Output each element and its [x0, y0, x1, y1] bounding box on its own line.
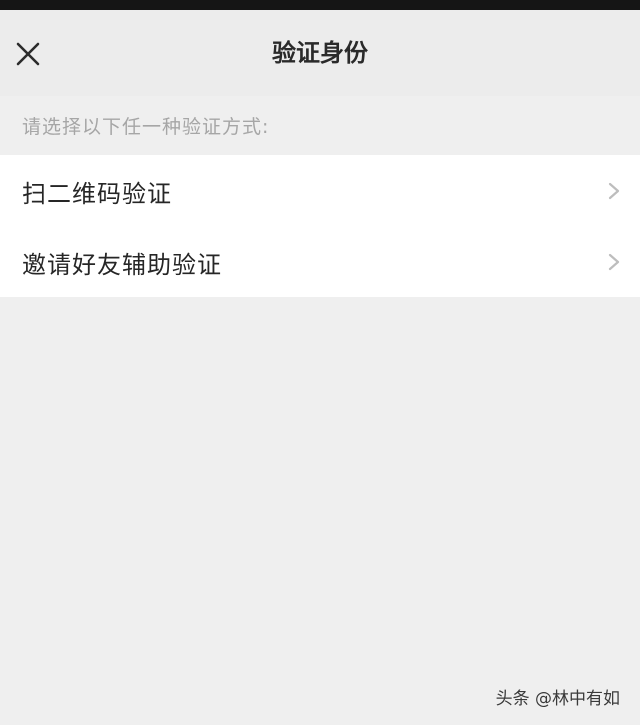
- instruction-text: 请选择以下任一种验证方式:: [22, 116, 270, 138]
- page-title: 验证身份: [272, 39, 368, 67]
- option-label: 扫二维码验证: [22, 179, 172, 208]
- chevron-right-icon: [608, 182, 620, 200]
- option-label: 邀请好友辅助验证: [22, 250, 222, 279]
- option-invite-friend[interactable]: 邀请好友辅助验证: [0, 227, 640, 297]
- verification-options-list: 扫二维码验证 邀请好友辅助验证: [0, 155, 640, 297]
- status-bar: [0, 0, 640, 10]
- chevron-right-icon: [608, 253, 620, 271]
- close-button[interactable]: [8, 34, 48, 74]
- close-icon: [16, 42, 40, 66]
- navigation-bar: 验证身份: [0, 10, 640, 96]
- option-scan-qr-code[interactable]: 扫二维码验证: [0, 155, 640, 227]
- watermark: 头条 @林中有如: [495, 689, 620, 709]
